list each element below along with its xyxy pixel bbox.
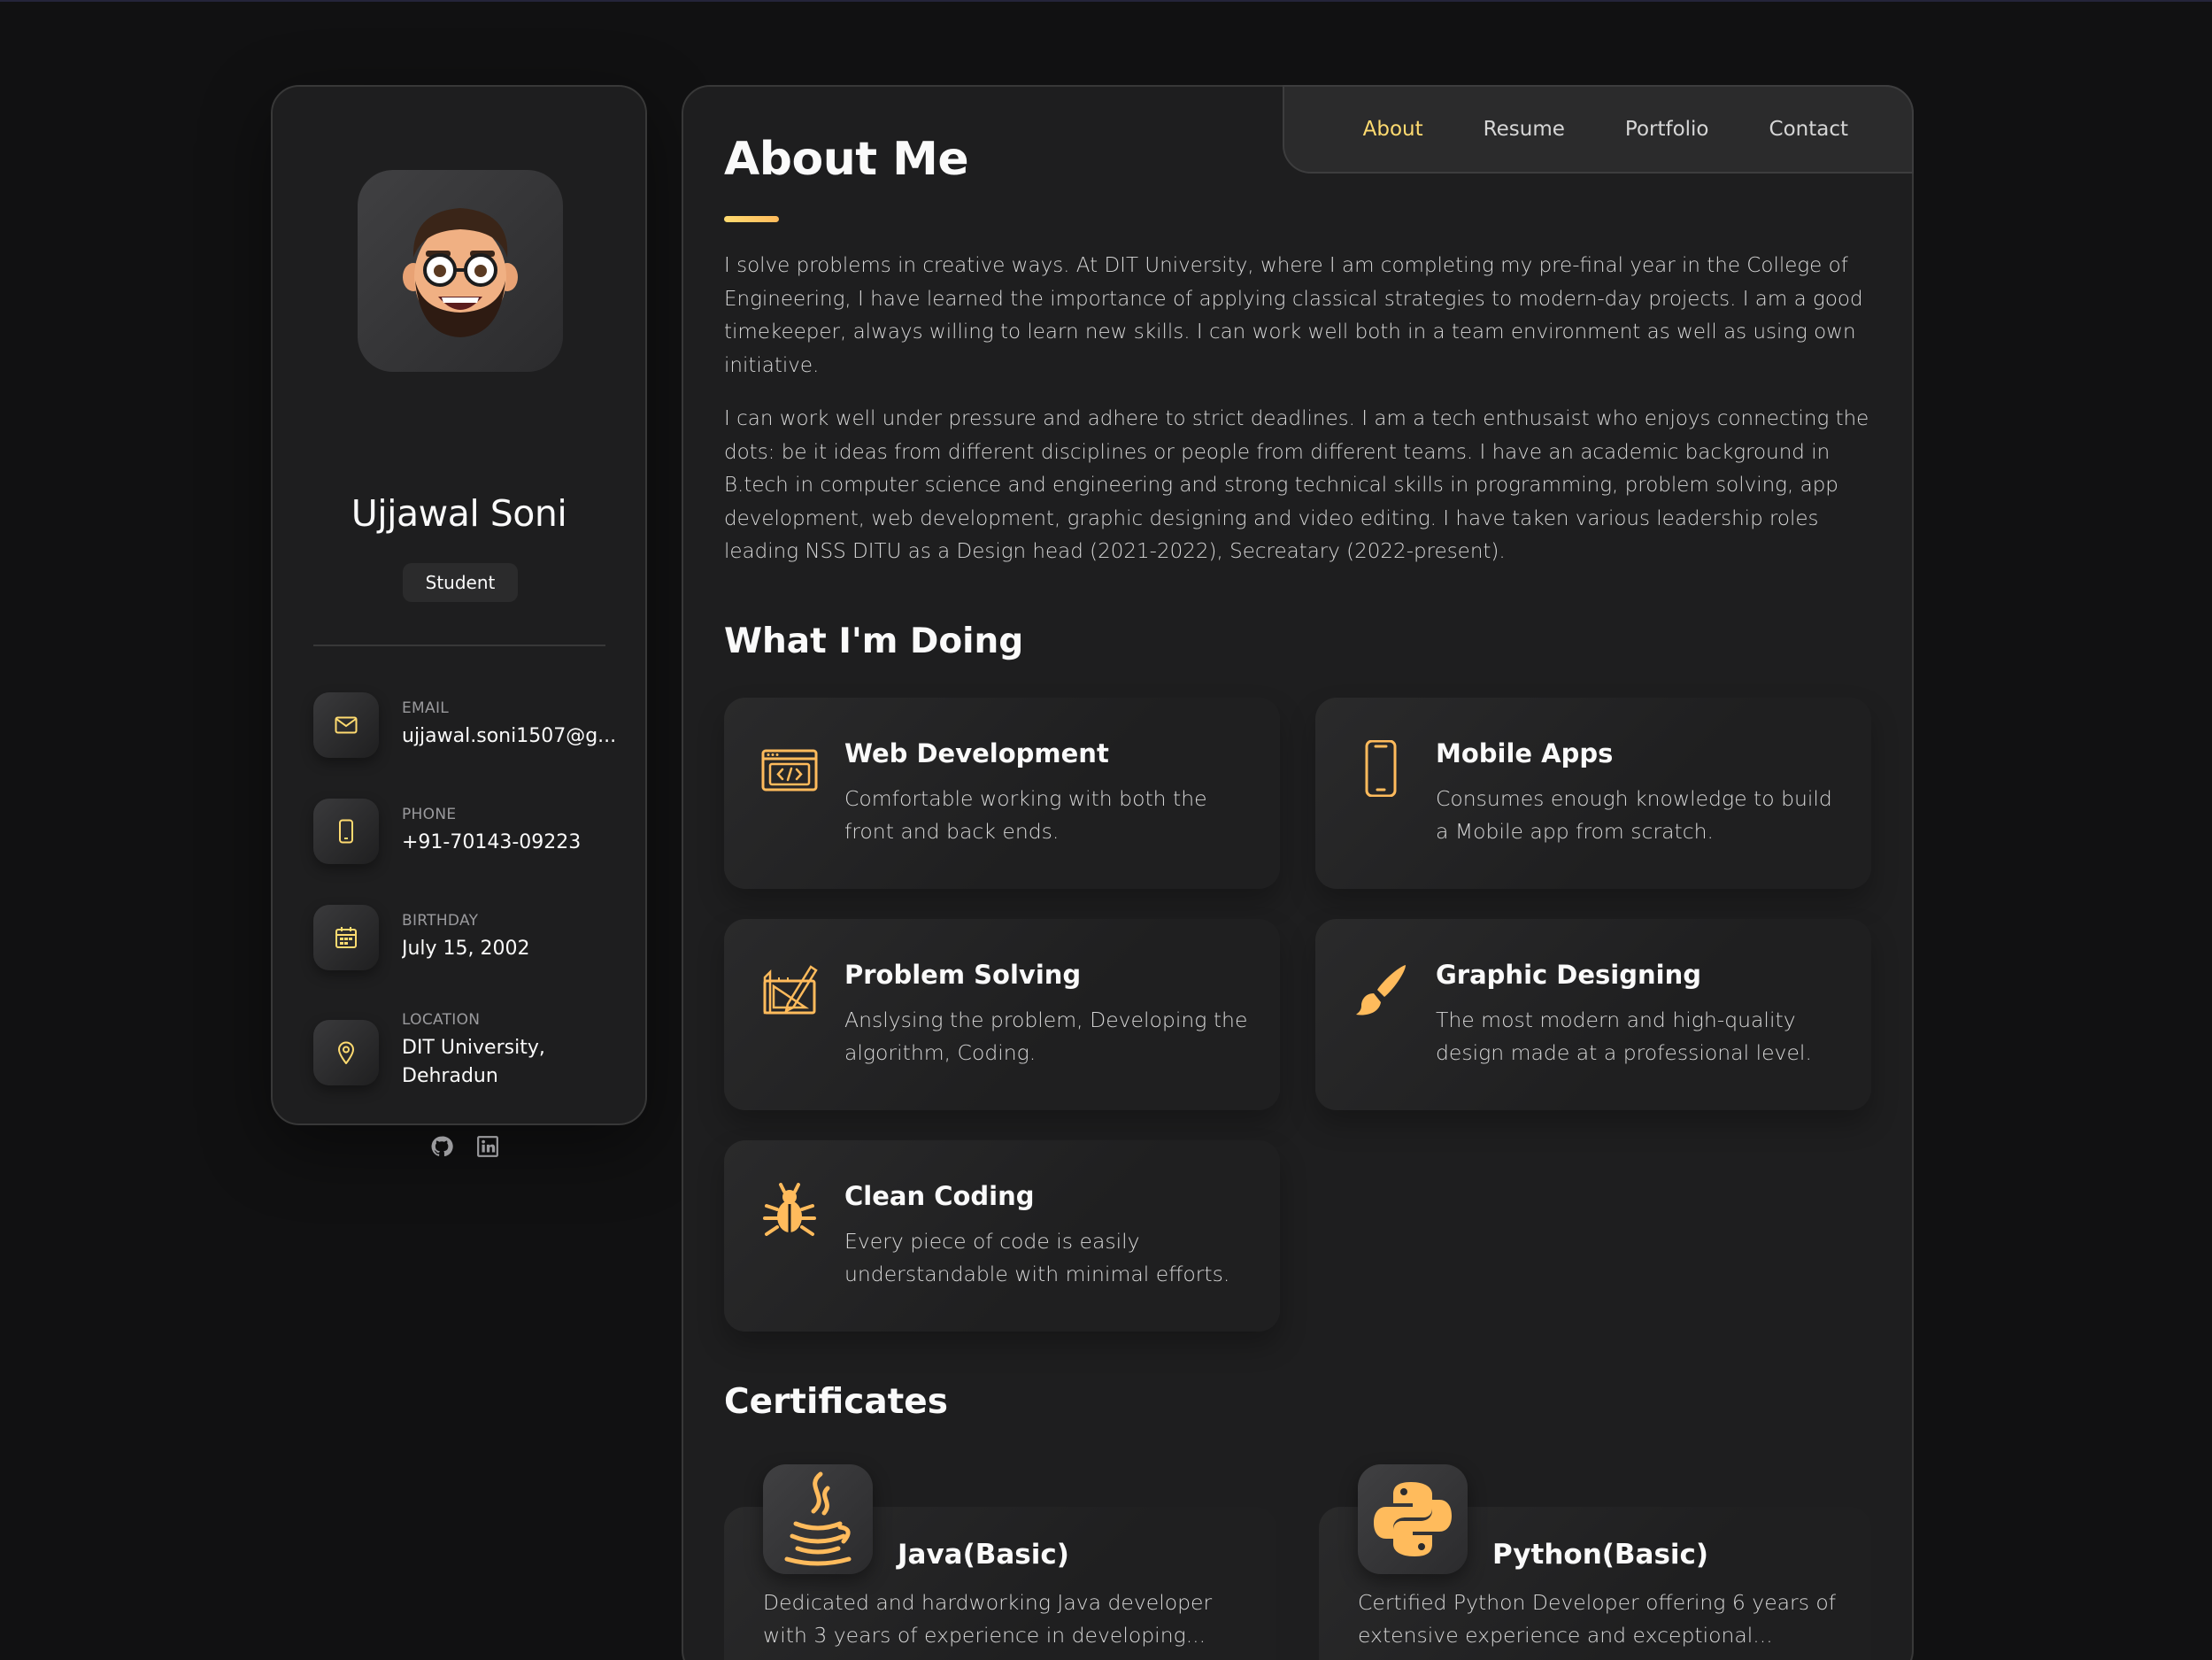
service-card-clean-coding: Clean Coding Every piece of code is easi… bbox=[724, 1140, 1280, 1332]
github-icon[interactable] bbox=[430, 1135, 453, 1158]
birthday-value: July 15, 2002 bbox=[402, 938, 530, 960]
service-title: Mobile Apps bbox=[1436, 738, 1614, 768]
certificate-card-java[interactable]: Java(Basic) Dedicated and hardworking Ja… bbox=[724, 1464, 1276, 1660]
service-card-problem-solving: Problem Solving Anslysing the problem, D… bbox=[724, 919, 1280, 1110]
mobile-phone-icon bbox=[1365, 740, 1397, 797]
certificates-title: Certificates bbox=[724, 1382, 948, 1422]
service-text: The most modern and high-quality design … bbox=[1436, 1008, 1812, 1065]
design-tools-icon bbox=[763, 965, 818, 1015]
phone-icon bbox=[313, 799, 379, 864]
calendar-icon bbox=[313, 905, 379, 970]
title-underline bbox=[724, 216, 779, 222]
contact-location: Location DIT University, Dehradun bbox=[313, 1004, 614, 1101]
phone-link[interactable]: +91-70143-09223 bbox=[402, 829, 623, 857]
linkedin-icon[interactable] bbox=[476, 1135, 499, 1158]
service-title: Web Development bbox=[844, 738, 1109, 768]
about-paragraph: I solve problems in creative ways. At DI… bbox=[724, 254, 1863, 377]
contact-label: Birthday bbox=[402, 912, 479, 930]
memoji-avatar-icon bbox=[403, 208, 518, 337]
service-text: Every piece of code is easily understand… bbox=[844, 1229, 1230, 1286]
main-navbar: About Resume Portfolio Contact bbox=[1283, 85, 1914, 174]
service-card-graphic-designing: Graphic Designing The most modern and hi… bbox=[1315, 919, 1871, 1110]
service-text: Comfortable working with both the front … bbox=[844, 786, 1207, 844]
nav-about[interactable]: About bbox=[1363, 118, 1423, 141]
page-title: About Me bbox=[724, 133, 969, 186]
service-card-mobile-apps: Mobile Apps Consumes enough knowledge to… bbox=[1315, 698, 1871, 889]
location-pin-icon bbox=[313, 1020, 379, 1085]
profile-sidebar: Ujjawal Soni Student Email ujjawal.soni1… bbox=[271, 85, 647, 1157]
profile-name: Ujjawal Soni bbox=[351, 492, 567, 535]
contact-phone: Phone +91-70143-09223 bbox=[313, 799, 614, 878]
avatar bbox=[358, 170, 563, 372]
certificate-card-python[interactable]: Python(Basic) Certified Python Developer… bbox=[1319, 1464, 1871, 1660]
contact-label: Location bbox=[402, 1011, 481, 1029]
python-icon bbox=[1358, 1464, 1468, 1574]
about-paragraph: I can work well under pressure and adher… bbox=[724, 407, 1869, 563]
main-content-panel: About Resume Portfolio Contact About Me … bbox=[682, 85, 1914, 1660]
paintbrush-icon bbox=[1356, 965, 1406, 1015]
service-text: Anslysing the problem, Developing the al… bbox=[844, 1008, 1248, 1065]
java-icon bbox=[763, 1464, 873, 1574]
mail-icon bbox=[313, 692, 379, 758]
profile-title-badge: Student bbox=[403, 563, 518, 602]
certificate-title: Java(Basic) bbox=[898, 1539, 1069, 1571]
service-title: Graphic Designing bbox=[1436, 960, 1701, 990]
contact-label: Email bbox=[402, 699, 450, 717]
nav-resume[interactable]: Resume bbox=[1484, 118, 1565, 141]
web-code-icon bbox=[761, 749, 818, 791]
location-value: DIT University, Dehradun bbox=[402, 1037, 545, 1087]
service-title: Clean Coding bbox=[844, 1181, 1035, 1211]
service-title: Problem Solving bbox=[844, 960, 1082, 990]
certificate-title: Python(Basic) bbox=[1492, 1539, 1709, 1571]
services-title: What I'm Doing bbox=[724, 622, 1024, 661]
email-link[interactable]: ujjawal.soni1507@g... bbox=[402, 722, 623, 751]
certificate-text: Dedicated and hardworking Java developer… bbox=[763, 1590, 1213, 1648]
contact-label: Phone bbox=[402, 806, 457, 823]
bug-icon bbox=[763, 1183, 816, 1236]
sidebar-divider bbox=[313, 645, 605, 646]
nav-contact[interactable]: Contact bbox=[1769, 118, 1848, 141]
contact-email: Email ujjawal.soni1507@g... bbox=[313, 692, 616, 772]
window-top-border bbox=[0, 0, 2212, 2]
certificate-text: Certified Python Developer offering 6 ye… bbox=[1358, 1590, 1837, 1648]
service-text: Consumes enough knowledge to build a Mob… bbox=[1436, 786, 1832, 844]
service-card-web-development: Web Development Comfortable working with… bbox=[724, 698, 1280, 889]
nav-portfolio[interactable]: Portfolio bbox=[1625, 118, 1709, 141]
contact-birthday: Birthday July 15, 2002 bbox=[313, 905, 614, 984]
